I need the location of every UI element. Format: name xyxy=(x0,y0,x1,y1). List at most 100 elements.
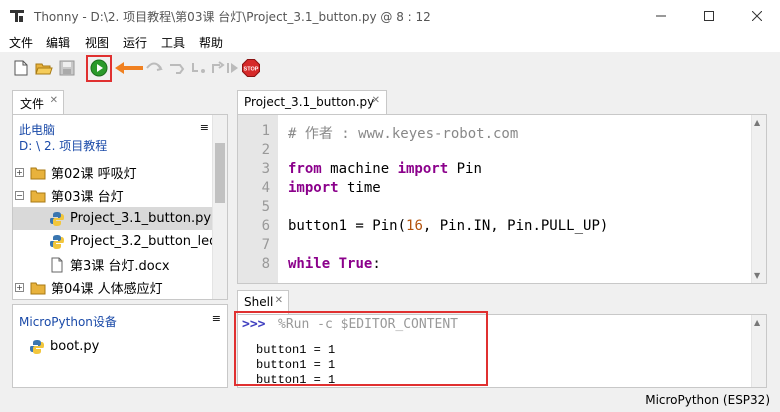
tab-editor-file[interactable]: Project_3.1_button.py ✕ xyxy=(237,90,387,114)
keyword: while xyxy=(288,256,331,272)
files-scrollbar[interactable] xyxy=(212,115,227,299)
location-computer[interactable]: 此电脑 xyxy=(19,122,107,138)
code-editor[interactable]: 1 2 3 4 5 6 7 8 # 作者 : www.keyes-robot.c… xyxy=(237,114,767,284)
interpreter-selector[interactable]: MicroPython (ESP32) xyxy=(645,393,770,407)
menu-help[interactable]: 帮助 xyxy=(199,34,223,51)
menu-view[interactable]: 视图 xyxy=(85,34,109,51)
expand-icon[interactable]: + xyxy=(15,168,24,177)
line-number: 1 xyxy=(261,123,270,139)
keyword: True xyxy=(338,256,373,272)
new-file-button[interactable] xyxy=(12,59,30,77)
close-icon xyxy=(752,11,762,21)
save-file-button[interactable] xyxy=(58,59,76,77)
location-path[interactable]: D: \ 2. 项目教程 xyxy=(19,138,107,154)
code-text: machine xyxy=(321,161,398,177)
tab-files-label: 文件 xyxy=(20,97,45,111)
close-button[interactable] xyxy=(734,0,780,32)
python-file-icon xyxy=(50,234,64,249)
code-text: button1 = Pin( xyxy=(288,218,407,234)
list-item-label: boot.py xyxy=(50,339,100,354)
python-file-icon xyxy=(50,211,64,226)
list-item[interactable]: + 第02课 呼吸灯 xyxy=(13,161,213,184)
menu-tools[interactable]: 工具 xyxy=(161,34,185,51)
keyword: import xyxy=(288,180,339,196)
list-item-label: 第3课 台灯.docx xyxy=(70,259,170,274)
stop-button[interactable]: STOP xyxy=(242,59,260,77)
list-item[interactable]: Project_3.2_button_led xyxy=(13,230,217,253)
open-file-button[interactable] xyxy=(35,59,53,77)
line-number: 7 xyxy=(261,237,270,253)
menu-bar: 文件 编辑 视图 运行 工具 帮助 xyxy=(0,32,780,52)
location-breadcrumb: 此电脑 D: \ 2. 项目教程 xyxy=(19,122,107,154)
line-number: 6 xyxy=(261,218,270,234)
menu-run[interactable]: 运行 xyxy=(123,34,147,51)
close-tab-icon[interactable]: ✕ xyxy=(50,95,58,106)
maximize-button[interactable] xyxy=(686,0,732,32)
keyword: from xyxy=(288,161,322,177)
resume-button[interactable] xyxy=(224,59,242,77)
line-number: 4 xyxy=(261,180,270,196)
maximize-icon xyxy=(704,11,714,21)
folder-icon xyxy=(30,190,46,202)
shell-output-highlight xyxy=(234,311,488,386)
step-into-icon xyxy=(192,63,205,73)
device-title: MicroPython设备 xyxy=(19,315,117,329)
new-file-icon xyxy=(14,60,28,76)
line-number: 2 xyxy=(261,142,270,158)
collapse-icon[interactable]: − xyxy=(15,191,24,200)
shell-scrollbar[interactable]: ▲ xyxy=(751,315,766,387)
list-item[interactable]: − 第03课 台灯 xyxy=(13,184,213,207)
list-item-selected[interactable]: Project_3.1_button.py xyxy=(13,207,213,230)
menu-edit[interactable]: 编辑 xyxy=(46,34,70,51)
line-number: 3 xyxy=(261,161,270,177)
code-line: while True: xyxy=(288,256,381,272)
list-item[interactable]: boot.py xyxy=(13,335,213,358)
run-button-highlight xyxy=(86,55,112,82)
files-menu-icon[interactable]: ≡ xyxy=(200,121,209,134)
editor-scrollbar[interactable]: ▲ ▼ xyxy=(751,115,766,283)
code-text: Pin xyxy=(448,161,482,177)
list-item-label: 第04课 人体感应灯 xyxy=(51,282,163,297)
number-literal: 16 xyxy=(406,218,423,234)
tab-files[interactable]: 文件 ✕ xyxy=(12,90,64,114)
debug-button[interactable] xyxy=(145,59,163,77)
code-line: button1 = Pin(16, Pin.IN, Pin.PULL_UP) xyxy=(288,218,608,234)
scroll-up-icon[interactable]: ▲ xyxy=(754,318,760,327)
scroll-up-icon[interactable]: ▲ xyxy=(754,118,760,127)
minimize-icon xyxy=(656,15,666,17)
toolbar: STOP xyxy=(0,52,780,86)
title-bar: Thonny - D:\2. 项目教程\第03课 台灯\Project_3.1_… xyxy=(0,0,780,32)
line-number-gutter: 1 2 3 4 5 6 7 8 xyxy=(238,115,278,283)
code-line: from machine import Pin xyxy=(288,161,482,177)
close-tab-icon[interactable]: ✕ xyxy=(372,95,380,106)
device-menu-icon[interactable]: ≡ xyxy=(212,312,221,325)
list-item-label: 第03课 台灯 xyxy=(51,190,124,205)
arrow-annotation-icon xyxy=(115,62,143,74)
step-into-button[interactable] xyxy=(190,59,208,77)
code-text: time xyxy=(338,180,381,196)
save-icon xyxy=(59,60,75,76)
scroll-down-icon[interactable]: ▼ xyxy=(754,271,760,280)
step-over-icon xyxy=(170,64,185,74)
step-over-button[interactable] xyxy=(168,59,186,77)
line-number: 5 xyxy=(261,199,270,215)
python-file-icon xyxy=(30,339,44,354)
window-title: Thonny - D:\2. 项目教程\第03课 台灯\Project_3.1_… xyxy=(34,10,431,24)
list-item[interactable]: + 第04课 人体感应灯 xyxy=(13,276,213,299)
files-panel: 此电脑 D: \ 2. 项目教程 ≡ + 第02课 呼吸灯 − 第03课 台灯 … xyxy=(12,114,228,300)
close-tab-icon[interactable]: ✕ xyxy=(275,295,283,306)
scrollbar-thumb[interactable] xyxy=(215,143,225,203)
expand-icon[interactable]: + xyxy=(15,283,24,292)
list-item[interactable]: 第3课 台灯.docx xyxy=(13,253,213,276)
menu-file[interactable]: 文件 xyxy=(9,34,33,51)
thonny-logo-icon xyxy=(10,10,24,22)
device-panel: MicroPython设备 ≡ boot.py xyxy=(12,304,228,388)
open-folder-icon xyxy=(35,63,53,75)
stop-icon: STOP xyxy=(242,59,260,77)
code-line: import time xyxy=(288,180,381,196)
document-icon xyxy=(51,257,63,272)
debug-icon xyxy=(146,62,163,71)
line-number: 8 xyxy=(261,256,270,272)
minimize-button[interactable] xyxy=(638,0,684,32)
stop-label: STOP xyxy=(244,67,259,73)
